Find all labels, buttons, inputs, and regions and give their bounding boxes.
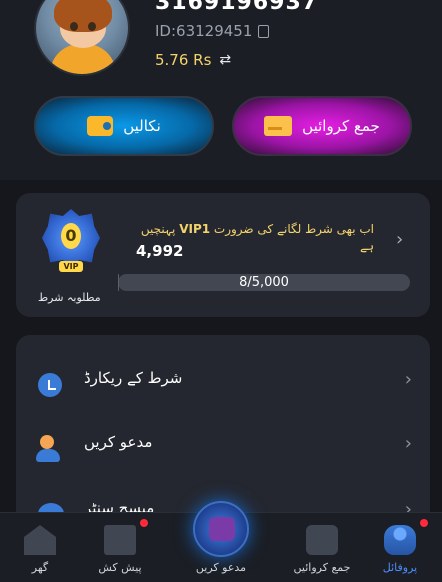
menu-item-bet-records[interactable]: شرط کے ریکارڈ › xyxy=(16,351,430,413)
wallet-icon xyxy=(306,525,338,555)
avatar-hair xyxy=(54,0,112,32)
nav-label: مدعو کریں xyxy=(195,561,247,574)
refresh-icon[interactable]: ⇄ xyxy=(219,52,231,68)
nav-label: پیش کش xyxy=(98,561,142,574)
wallet-icon xyxy=(87,116,114,136)
avatar[interactable] xyxy=(34,0,130,76)
vip-card[interactable]: 0 VIP مطلوبہ شرط اب بھی شرط لگانے کی ضرو… xyxy=(16,193,430,317)
profile-header: 3169196937 ID:63129451 5.76 Rs ⇄ نکالیں … xyxy=(0,0,442,180)
nav-label: پروفائل xyxy=(382,561,418,574)
vip-remaining-unit: ہے xyxy=(359,239,374,253)
clock-icon xyxy=(34,371,66,399)
vip-progress-text: 8/5,000 xyxy=(239,275,289,290)
nav-profile[interactable]: پروفائل xyxy=(360,513,440,582)
menu-item-label: مدعو کریں xyxy=(84,433,153,451)
vip-requirement-label: مطلوبہ شرط xyxy=(38,291,101,304)
nav-gift[interactable]: پیش کش xyxy=(80,513,160,582)
menu-item-label: شرط کے ریکارڈ xyxy=(84,369,183,387)
nav-label: گھر xyxy=(31,561,49,574)
profile-icon xyxy=(384,525,416,555)
avatar-eye xyxy=(70,22,78,31)
nav-home[interactable]: گھر xyxy=(0,513,80,582)
users-icon xyxy=(34,435,66,463)
card-icon xyxy=(264,116,293,136)
vip-badge-tag: VIP xyxy=(59,261,83,272)
vip-message-suffix: پہنچیں xyxy=(140,222,176,236)
deposit-label: جمع کروائیں xyxy=(302,117,380,135)
balance-row: 5.76 Rs ⇄ xyxy=(155,51,231,69)
withdraw-label: نکالیں xyxy=(123,117,161,135)
chevron-right-icon: › xyxy=(404,369,412,390)
withdraw-button[interactable]: نکالیں xyxy=(34,96,214,156)
deposit-button[interactable]: جمع کروائیں xyxy=(232,96,412,156)
vip-level: VIP1 xyxy=(179,222,211,236)
nav-label: جمع کروائیں xyxy=(293,561,351,574)
avatar-body xyxy=(50,44,116,74)
bottom-nav: گھر پیش کش مدعو کریں جمع کروائیں پروفائل xyxy=(0,501,442,582)
user-id: ID:63129451 xyxy=(155,22,253,40)
chevron-right-icon[interactable]: › xyxy=(396,229,403,250)
username: 3169196937 xyxy=(155,0,319,15)
notification-dot xyxy=(420,519,428,527)
vip-badge: 0 VIP xyxy=(42,209,100,273)
balance-amount: 5.76 Rs xyxy=(155,51,212,69)
menu-item-invite[interactable]: مدعو کریں › xyxy=(16,415,430,477)
nav-invite[interactable]: مدعو کریں xyxy=(176,495,266,582)
vip-progress-bar: 8/5,000 xyxy=(118,274,410,291)
vip-message-prefix: اب بھی شرط لگانے کی ضرورت xyxy=(213,222,374,236)
nav-deposit[interactable]: جمع کروائیں xyxy=(282,513,362,582)
copy-icon[interactable] xyxy=(258,24,270,38)
notification-dot xyxy=(140,519,148,527)
vip-remaining: 4,992 xyxy=(136,242,184,260)
chevron-right-icon: › xyxy=(404,433,412,454)
gift-icon xyxy=(104,525,136,555)
home-icon xyxy=(24,525,56,555)
invite-icon xyxy=(193,501,249,557)
user-id-row: ID:63129451 xyxy=(155,22,270,40)
avatar-eye xyxy=(88,22,96,31)
vip-badge-level: 0 xyxy=(61,223,81,249)
